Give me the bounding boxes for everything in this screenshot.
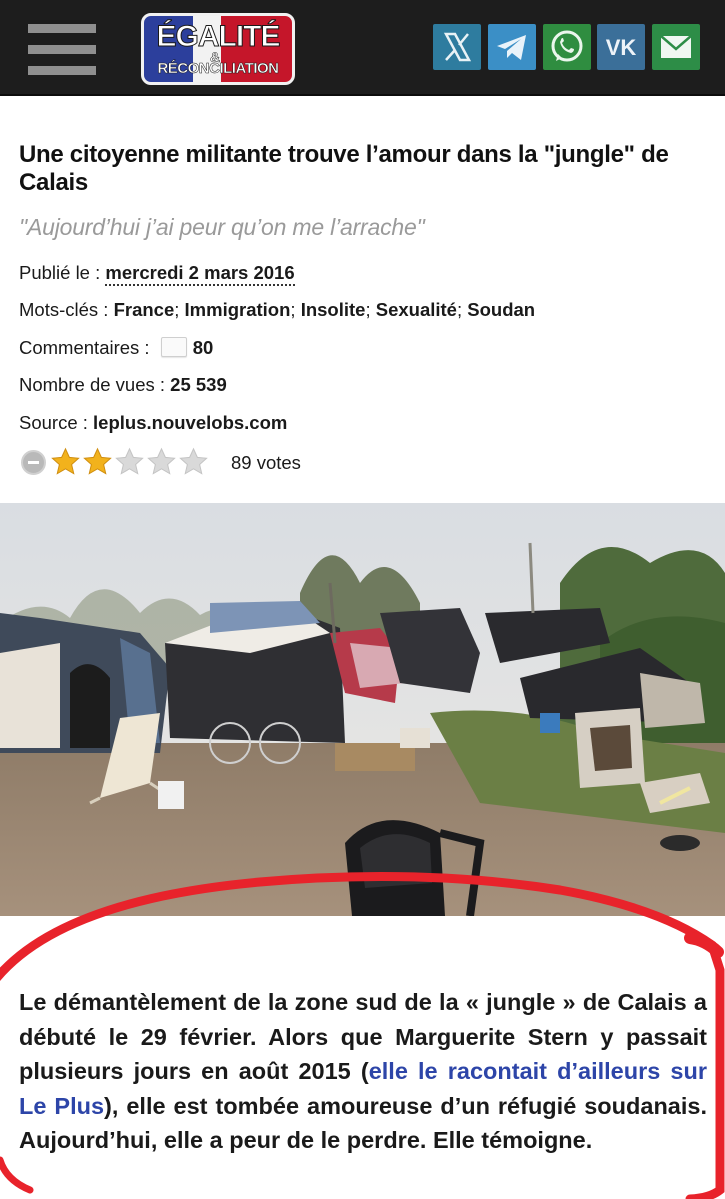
tag-link[interactable]: Immigration [185, 299, 291, 320]
share-email-button[interactable] [652, 24, 700, 70]
source-row: Source : leplus.nouvelobs.com [19, 412, 287, 434]
article-title: Une citoyenne militante trouve l’amour d… [19, 141, 669, 196]
votes-count: 89 votes [231, 452, 301, 473]
tag-separator: ; [174, 299, 185, 320]
share-x-button[interactable] [433, 24, 481, 70]
telegram-icon [497, 35, 526, 60]
whatsapp-icon [551, 30, 583, 62]
hamburger-menu-icon[interactable] [28, 24, 96, 76]
comment-icon[interactable] [160, 337, 187, 357]
site-logo[interactable]: ÉGALITÉ & RÉCONCILIATION [141, 13, 295, 85]
top-bar: ÉGALITÉ & RÉCONCILIATION VK [0, 0, 725, 96]
x-twitter-icon [443, 32, 472, 62]
tag-separator: ; [456, 299, 468, 320]
calais-camp-photo [0, 503, 725, 916]
tag-separator: ; [365, 299, 376, 320]
published-row: Publié le : mercredi 2 mars 2016 [19, 262, 295, 286]
views-count: 25 539 [170, 374, 227, 395]
tag-separator: ; [290, 299, 301, 320]
comments-row: Commentaires : 80 [19, 337, 213, 359]
star-empty-icon[interactable] [114, 447, 145, 477]
share-whatsapp-button[interactable] [543, 24, 591, 70]
comments-label: Commentaires : [19, 337, 155, 358]
logo-text-line2: RÉCONCILIATION [157, 60, 279, 78]
tag-link[interactable]: Soudan [467, 299, 535, 320]
share-vk-button[interactable]: VK [597, 24, 645, 70]
star-filled-icon[interactable] [82, 447, 113, 477]
comments-count[interactable]: 80 [193, 337, 214, 358]
vk-icon: VK [606, 35, 637, 60]
published-label: Publié le : [19, 262, 106, 283]
article-subtitle: "Aujourd’hui j’ai peur qu’on me l’arrach… [19, 214, 425, 240]
views-label: Nombre de vues : [19, 374, 171, 395]
mail-icon [660, 35, 692, 58]
star-filled-icon[interactable] [50, 447, 81, 477]
tag-link[interactable]: France [114, 299, 175, 320]
svg-text:VK: VK [606, 35, 637, 60]
tags-row: Mots-clés : France; Immigration; Insolit… [19, 299, 535, 321]
article-lead: Le démantèlement de la zone sud de la « … [19, 985, 707, 1158]
star-empty-icon[interactable] [146, 447, 177, 477]
star-rating: 89 votes [19, 445, 349, 479]
views-row: Nombre de vues : 25 539 [19, 374, 227, 396]
share-telegram-button[interactable] [488, 24, 536, 70]
article-photo [0, 503, 725, 916]
lead-text-end: ), elle est tombée amoureuse d’un réfugi… [19, 1092, 707, 1154]
tag-link[interactable]: Insolite [301, 299, 366, 320]
remove-rating-icon[interactable] [21, 450, 46, 475]
published-date[interactable]: mercredi 2 mars 2016 [105, 262, 295, 286]
star-empty-icon[interactable] [178, 447, 209, 477]
source-label: Source : [19, 412, 94, 433]
tag-link[interactable]: Sexualité [376, 299, 457, 320]
tags-label: Mots-clés : [19, 299, 114, 320]
source-link[interactable]: leplus.nouvelobs.com [93, 412, 287, 433]
